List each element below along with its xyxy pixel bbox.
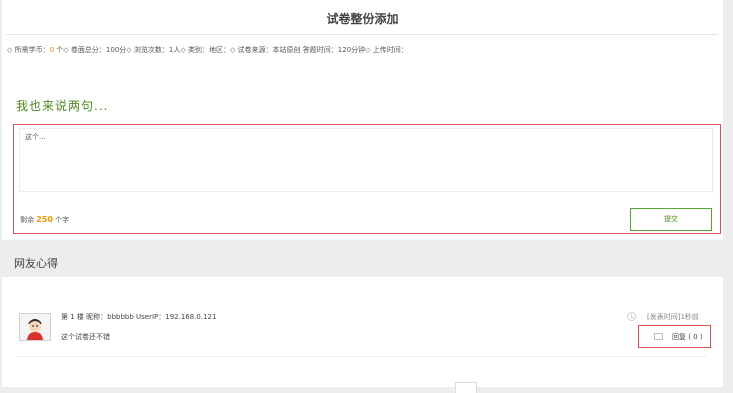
remaining-chars: 剩余 250 个字 xyxy=(20,215,69,225)
pagination-box[interactable] xyxy=(455,382,477,393)
comment-form: 剩余 250 个字 提交 xyxy=(13,124,721,234)
reply-label: 回复 ( 0 ) xyxy=(672,333,703,341)
title-divider xyxy=(6,34,718,35)
paper-info-panel: 试卷整份添加 ◇ 所需学币：0 个◇ 卷面总分：100分◇ 浏览次数：1人◇ 类… xyxy=(2,0,723,240)
meta-prefix: ◇ 所需学币： xyxy=(7,46,50,54)
user-avatar xyxy=(19,313,51,341)
submit-button[interactable]: 提交 xyxy=(630,208,712,231)
comment-heading: 我也来说两句... xyxy=(16,99,109,113)
reply-button[interactable]: 回复 ( 0 ) xyxy=(638,325,711,348)
reply-icon xyxy=(654,333,663,340)
comment-textarea[interactable] xyxy=(19,128,713,192)
comment-time: [发表时间]1秒前 xyxy=(647,313,699,321)
remaining-count: 250 xyxy=(36,215,53,224)
meta-rest: 个◇ 卷面总分：100分◇ 浏览次数：1人◇ 类别：地区：◇ 试卷来源：本站原创… xyxy=(54,46,408,54)
page-title: 试卷整份添加 xyxy=(326,12,399,26)
comment-body: 这个试卷还不错 xyxy=(61,333,110,341)
remaining-prefix: 剩余 xyxy=(20,216,37,224)
comment-header: 第 1 楼 昵称：bbbbbb UserIP：192.168.0.121 xyxy=(61,313,217,321)
comments-list: 第 1 楼 昵称：bbbbbb UserIP：192.168.0.121 这个试… xyxy=(2,277,723,393)
avatar-figure xyxy=(20,314,50,340)
clock-icon xyxy=(627,312,636,321)
comment-divider xyxy=(17,356,707,357)
comments-section-title: 网友心得 xyxy=(14,257,58,270)
remaining-suffix: 个字 xyxy=(52,216,70,224)
paper-meta: ◇ 所需学币：0 个◇ 卷面总分：100分◇ 浏览次数：1人◇ 类别：地区：◇ … xyxy=(7,45,719,55)
